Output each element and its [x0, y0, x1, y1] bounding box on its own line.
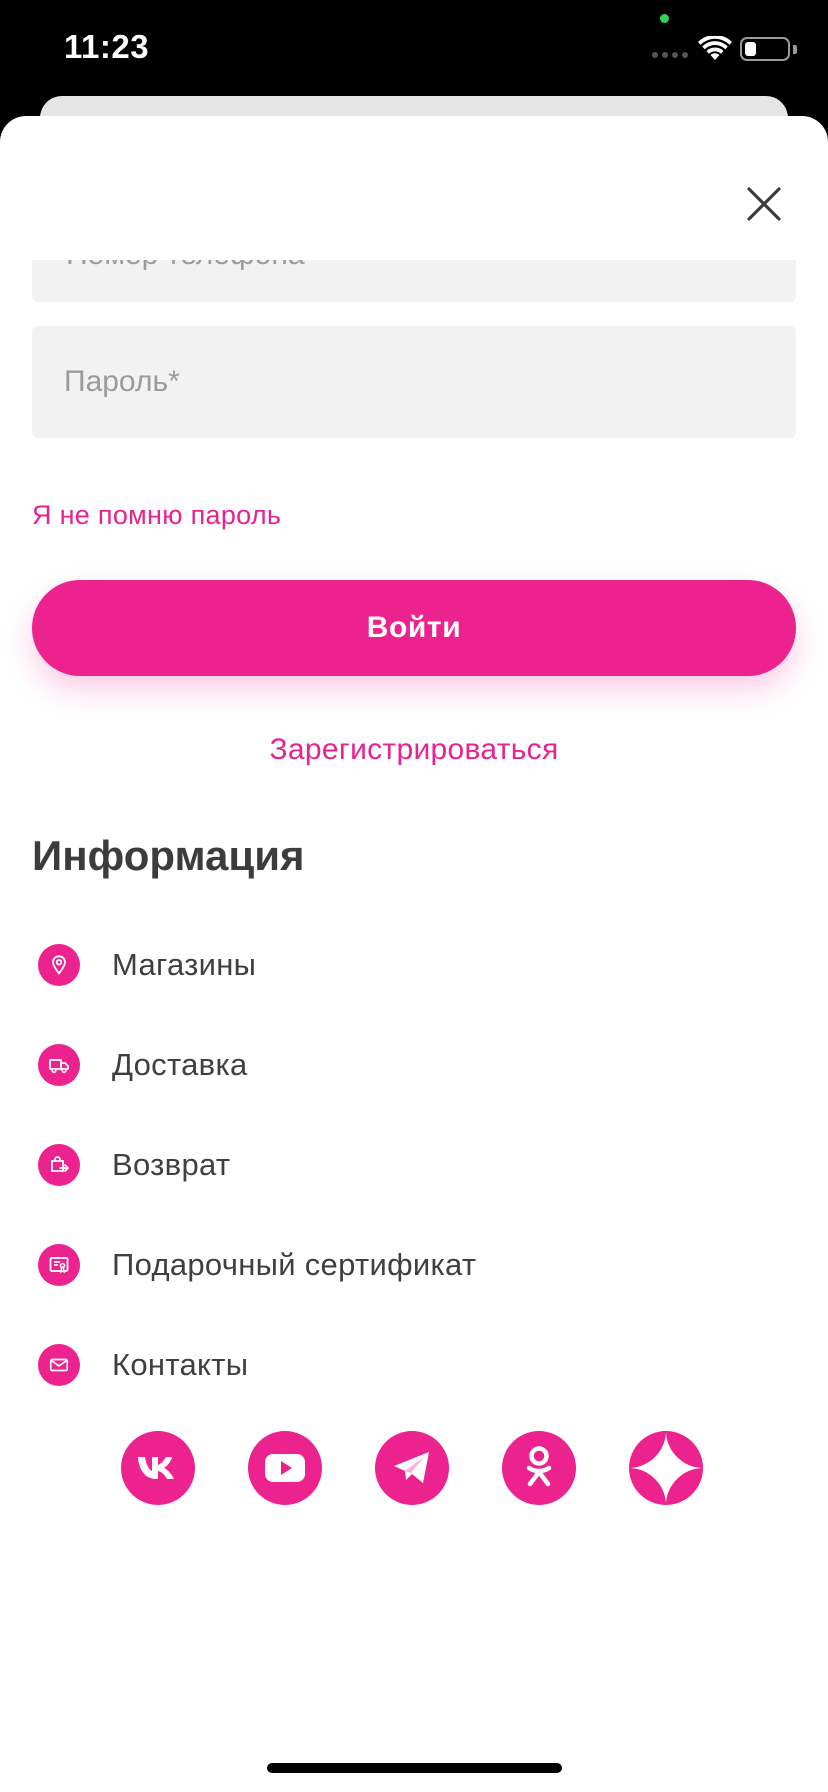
close-icon	[747, 187, 781, 221]
telegram-icon[interactable]	[375, 1431, 449, 1505]
mail-icon	[38, 1344, 80, 1386]
social-links	[121, 1431, 703, 1505]
info-item-label: Контакты	[112, 1347, 249, 1382]
phone-field-placeholder: Номер телефона*	[66, 260, 316, 272]
login-button[interactable]: Войти	[32, 580, 796, 676]
odnoklassniki-icon[interactable]	[502, 1431, 576, 1505]
home-indicator	[267, 1763, 562, 1773]
info-item-stores[interactable]: Магазины	[38, 935, 256, 995]
status-time: 11:23	[64, 28, 150, 65]
info-section-title: Информация	[32, 832, 305, 879]
password-field[interactable]	[32, 326, 796, 438]
info-item-contacts[interactable]: Контакты	[38, 1335, 248, 1395]
gift-certificate-icon	[38, 1244, 80, 1286]
info-item-delivery[interactable]: Доставка	[38, 1035, 248, 1095]
vk-icon[interactable]	[121, 1431, 195, 1505]
location-pin-icon	[38, 944, 80, 986]
info-item-gift-certificate[interactable]: Подарочный сертификат	[38, 1235, 476, 1295]
return-bag-icon	[38, 1144, 80, 1186]
forgot-password-link[interactable]: Я не помню пароль	[32, 500, 281, 531]
battery-icon	[740, 37, 790, 61]
close-button[interactable]	[738, 178, 790, 230]
truck-icon	[38, 1044, 80, 1086]
camera-indicator-icon	[660, 14, 669, 23]
info-item-return[interactable]: Возврат	[38, 1135, 230, 1195]
info-item-label: Возврат	[112, 1147, 231, 1182]
wifi-icon	[698, 36, 732, 60]
info-item-label: Магазины	[112, 947, 257, 982]
info-item-label: Доставка	[112, 1047, 248, 1082]
register-link[interactable]: Зарегистрироваться	[0, 733, 828, 767]
cellular-signal-icon	[652, 52, 688, 58]
youtube-icon[interactable]	[248, 1431, 322, 1505]
status-bar: 11:23	[0, 0, 828, 100]
info-item-label: Подарочный сертификат	[112, 1247, 477, 1282]
phone-field[interactable]: Номер телефона*	[32, 260, 796, 302]
yandex-zen-icon[interactable]	[629, 1431, 703, 1505]
